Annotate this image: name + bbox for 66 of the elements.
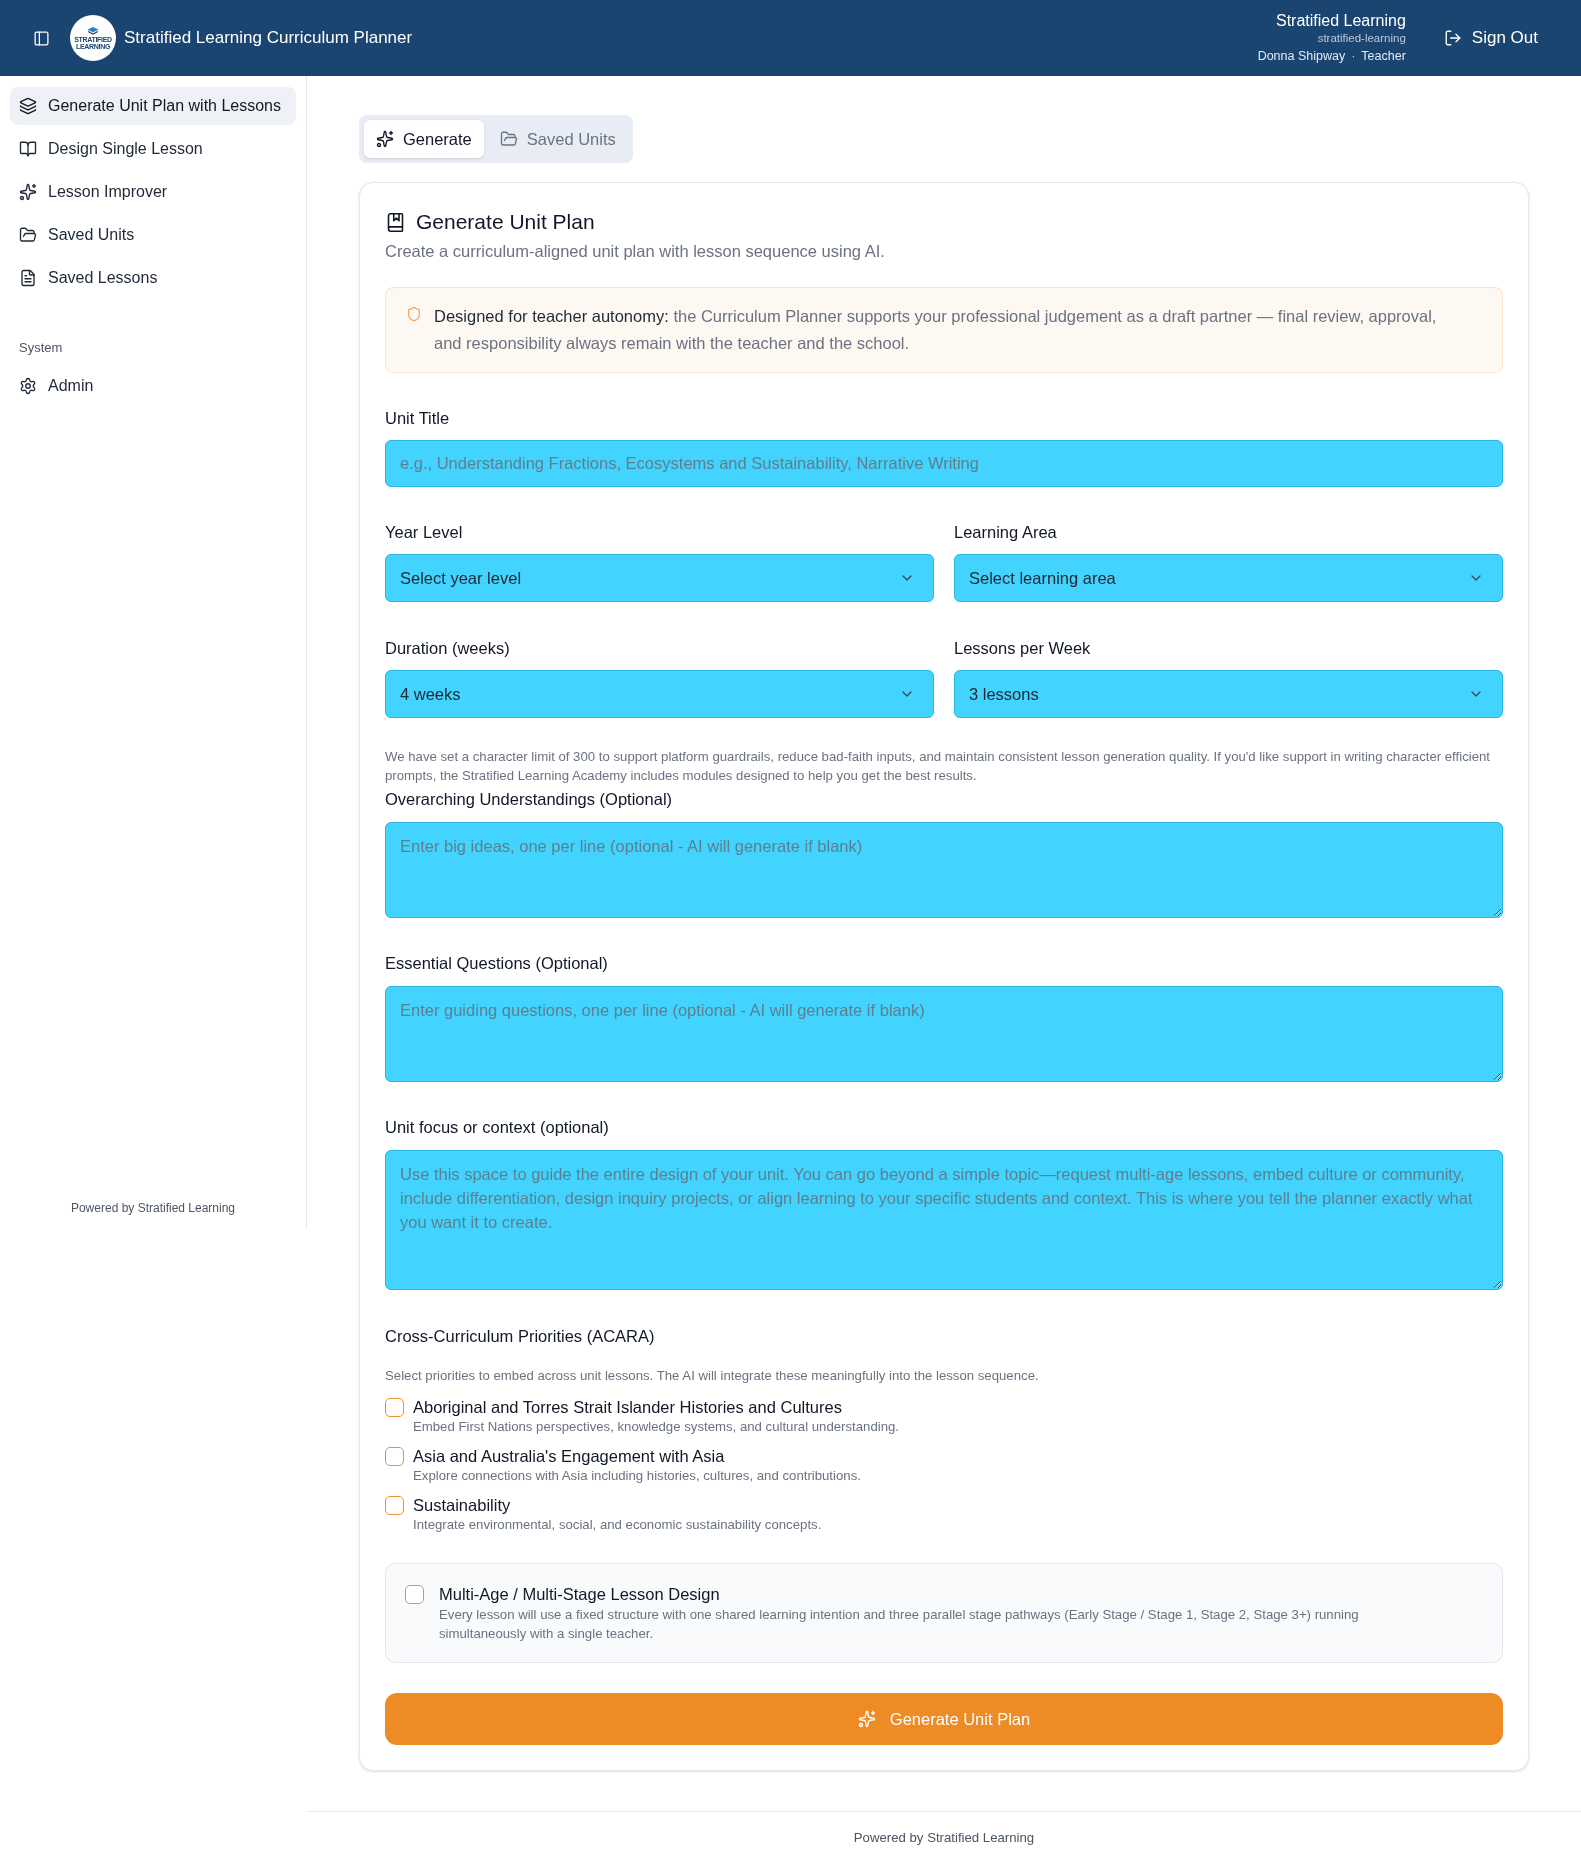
checkbox-description: Embed First Nations perspectives, knowledge systems, and cultural understanding. <box>413 1418 899 1436</box>
open-book-icon <box>19 140 37 158</box>
app-title: Stratified Learning Curriculum Planner <box>124 27 413 50</box>
text-area[interactable]: Enter guiding questions, one per line (optional - AI will generate if blank) <box>385 986 1503 1082</box>
field-label: Unit Title <box>385 408 451 428</box>
user-name: Donna Shipway <box>1257 47 1346 65</box>
sidebar-item[interactable]: Design Single Lesson <box>10 130 296 168</box>
bookmarked-book-icon <box>385 211 406 233</box>
checkbox-label: Asia and Australia's Engagement with Asia <box>413 1446 726 1466</box>
sidebar-toggle-icon[interactable] <box>33 29 50 47</box>
checkbox[interactable] <box>385 1398 404 1417</box>
checkbox[interactable] <box>385 1447 404 1466</box>
checkbox-description: Explore connections with Asia including histories, cultures, and contributions. <box>413 1467 861 1485</box>
sparkle-icon <box>19 183 37 201</box>
text-area[interactable]: Use this space to guide the entire design of your unit. You can go beyond a simple topic—request multi-age lessons, embed culture or community, include differentiation, design inquiry projects, or align learning to your specific students and context. This is where you tell the planner exactly what you want it to create. <box>385 1150 1503 1290</box>
organization-name: Stratified Learning <box>1276 10 1406 31</box>
sidebar-item[interactable]: Admin <box>10 367 296 405</box>
card-title: Generate Unit Plan <box>416 209 595 235</box>
sidebar-item[interactable]: Saved Lessons <box>10 259 296 297</box>
organization-slug: stratified-learning <box>1317 30 1406 46</box>
layers-icon <box>19 97 37 115</box>
shield-icon <box>406 306 422 322</box>
field-label: Essential Questions (Optional) <box>385 953 609 973</box>
checkbox[interactable] <box>385 1496 404 1515</box>
tab[interactable]: Saved Units <box>487 120 628 158</box>
stacked-layers-icon <box>86 26 100 35</box>
section-label: Cross-Curriculum Priorities (ACARA) <box>385 1326 656 1346</box>
text-area[interactable]: Enter big ideas, one per line (optional - AI will generate if blank) <box>385 822 1503 918</box>
sparkle-icon <box>857 1710 876 1728</box>
sidebar-item[interactable]: Saved Units <box>10 216 296 254</box>
checkbox-description: Integrate environmental, social, and economic sustainability concepts. <box>413 1516 822 1534</box>
separator-dot: · <box>1351 47 1356 65</box>
user-role: Teacher <box>1361 47 1406 65</box>
gear-icon <box>19 377 37 395</box>
card-subtitle: Create a curriculum-aligned unit plan with lesson sequence using AI. <box>385 241 886 262</box>
checkbox-label: Sustainability <box>413 1495 512 1515</box>
tab[interactable]: Generate <box>364 120 484 158</box>
sign-out-button[interactable]: Sign Out <box>1443 25 1538 51</box>
sidebar-item[interactable]: Lesson Improver <box>10 173 296 211</box>
unit-title-input[interactable]: e.g., Understanding Fractions, Ecosystems and Sustainability, Narrative Writing <box>385 440 1503 487</box>
sidebar-item[interactable]: Generate Unit Plan with Lessons <box>10 87 296 125</box>
sparkle-icon <box>376 130 394 148</box>
section-heading: System <box>19 340 63 355</box>
folder-icon <box>19 226 37 244</box>
field-label: Overarching Understandings (Optional) <box>385 789 674 809</box>
folder-icon <box>499 130 518 148</box>
dropdown-select[interactable]: Select year level <box>385 554 934 602</box>
sidebar-footer-text: Powered by Stratified Learning <box>70 1200 236 1216</box>
field-label: Duration (weeks) <box>385 638 511 658</box>
checkbox[interactable] <box>405 1585 424 1604</box>
priorities-description: Select priorities to embed across unit lessons. The AI will integrate these meaningfully into the lesson sequence. <box>385 1367 1040 1385</box>
sign-out-icon <box>1443 29 1462 47</box>
character-limit-note: We have set a character limit of 300 to support platform guardrails, reduce bad-faith inputs, and maintain consistent lesson generation quality. If you'd like support in writing character efficient prompts, the Stratified Learning Academy includes modules designed to help you get the best results. <box>385 748 1491 785</box>
footer-text: Powered by Stratified Learning <box>853 1829 1035 1847</box>
field-label: Lessons per Week <box>954 638 1092 658</box>
dropdown-select[interactable]: 3 lessons <box>954 670 1503 718</box>
checkbox-label: Aboriginal and Torres Strait Islander Histories and Cultures <box>413 1397 843 1417</box>
field-label: Learning Area <box>954 522 1058 542</box>
checkbox-description: Every lesson will use a fixed structure with one shared learning intention and three parallel stage pathways (Early Stage / Stage 1, Stage 2, Stage 3+) running simultaneously with a single teacher. <box>439 1606 1360 1643</box>
notice-text: Designed for teacher autonomy: the Curriculum Planner supports your professional judgement as a draft partner — final review, approval, and responsibility always remain with the teacher and the school. <box>434 306 1438 354</box>
dropdown-select[interactable]: 4 weeks <box>385 670 934 718</box>
field-label: Unit focus or context (optional) <box>385 1117 610 1137</box>
checkbox-label: Multi-Age / Multi-Stage Lesson Design <box>439 1584 721 1605</box>
dropdown-select[interactable]: Select learning area <box>954 554 1503 602</box>
field-label: Year Level <box>385 522 464 542</box>
document-icon <box>19 269 37 287</box>
